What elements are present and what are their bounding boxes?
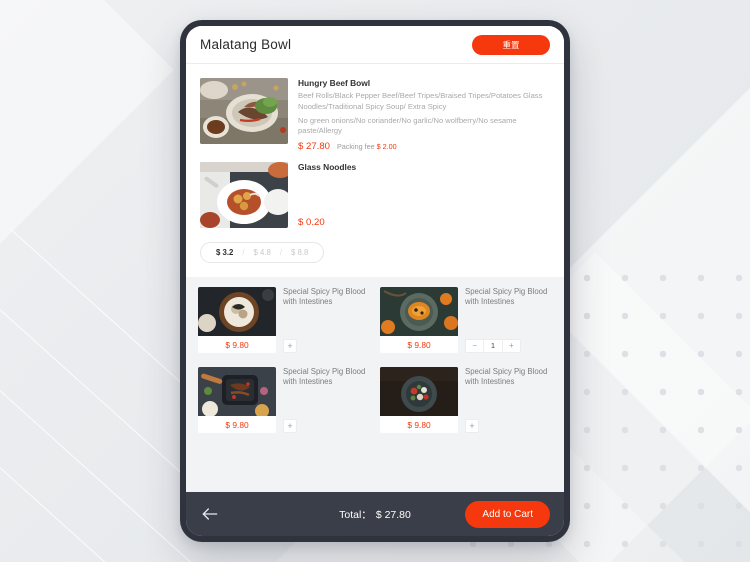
product-price-bar: $ 9.80 bbox=[380, 336, 458, 354]
product-price: $ 9.80 bbox=[225, 419, 249, 430]
add-to-cart-button[interactable]: Add to Cart bbox=[465, 500, 550, 528]
bg-line-4 bbox=[0, 440, 164, 562]
packing-fee-group: Packing fee $ 2.00 bbox=[337, 142, 397, 151]
increase-quantity-button[interactable]: + bbox=[503, 340, 520, 352]
product-card-right: Special Spicy Pig Blood with Intestines … bbox=[283, 367, 370, 434]
cart-item-details: Hungry Beef Bowl Beef Rolls/Black Pepper… bbox=[298, 78, 550, 152]
add-item-button[interactable]: + bbox=[283, 339, 297, 354]
bottom-action-bar: Total： $ 27.80 Add to Cart bbox=[186, 492, 564, 536]
page-title: Malatang Bowl bbox=[200, 37, 292, 52]
product-card[interactable]: $ 9.80 Special Spicy Pig Blood with Inte… bbox=[380, 367, 552, 434]
cart-item-row[interactable]: Glass Noodles $ 0.20 bbox=[186, 156, 564, 232]
product-card[interactable]: $ 9.80 Special Spicy Pig Blood with Inte… bbox=[198, 287, 370, 354]
product-grid: $ 9.80 Special Spicy Pig Blood with Inte… bbox=[198, 287, 552, 434]
product-card-left: $ 9.80 bbox=[198, 367, 276, 434]
cart-item-details: Glass Noodles $ 0.20 bbox=[298, 162, 550, 228]
total-label: Total： bbox=[339, 508, 372, 521]
pumpkin-plate-photo bbox=[380, 287, 458, 337]
product-card[interactable]: $ 9.80 Special Spicy Pig Blood with Inte… bbox=[198, 367, 370, 434]
cart-item-name: Hungry Beef Bowl bbox=[298, 78, 371, 88]
decrease-quantity-button[interactable]: − bbox=[466, 340, 483, 352]
product-price-bar: $ 9.80 bbox=[198, 336, 276, 354]
add-item-button[interactable]: + bbox=[465, 419, 479, 434]
tablet-device-frame: Malatang Bowl 重置 Hungry Beef Bowl Beef R… bbox=[180, 20, 570, 542]
product-card-right: Special Spicy Pig Blood with Intestines … bbox=[283, 287, 370, 354]
product-price: $ 9.80 bbox=[225, 339, 249, 350]
quantity-stepper[interactable]: − 1 + bbox=[465, 339, 521, 354]
add-item-button[interactable]: + bbox=[283, 419, 297, 434]
size-option-1[interactable]: $ 4.8 bbox=[245, 248, 280, 257]
product-card-left: $ 9.80 bbox=[380, 287, 458, 354]
beef-bowl-photo bbox=[200, 78, 288, 144]
cart-item-row[interactable]: Hungry Beef Bowl Beef Rolls/Black Pepper… bbox=[186, 72, 564, 156]
product-name: Special Spicy Pig Blood with Intestines bbox=[465, 367, 548, 387]
bg-shape-top-left bbox=[0, 0, 174, 254]
total-amount: $ 27.80 bbox=[375, 508, 411, 521]
product-card-right: Special Spicy Pig Blood with Intestines … bbox=[465, 367, 552, 434]
product-price-bar: $ 9.80 bbox=[380, 416, 458, 434]
product-card[interactable]: $ 9.80 Special Spicy Pig Blood with Inte… bbox=[380, 287, 552, 354]
product-name: Special Spicy Pig Blood with Intestines bbox=[283, 287, 366, 307]
product-card-left: $ 9.80 bbox=[380, 367, 458, 434]
quantity-value: 1 bbox=[483, 340, 503, 353]
cart-item-price: $ 27.80 bbox=[298, 141, 331, 153]
grill-pan-photo bbox=[198, 367, 276, 417]
product-price: $ 9.80 bbox=[407, 419, 431, 430]
size-selector[interactable]: $ 3.2 / $ 4.8 / $ 8.8 bbox=[200, 242, 325, 264]
cart-item-allergy: No green onions/No coriander/No garlic/N… bbox=[298, 115, 517, 136]
product-card-left: $ 9.80 bbox=[198, 287, 276, 354]
cart-item-price-line: $ 0.20 bbox=[298, 217, 550, 228]
product-card-right: Special Spicy Pig Blood with Intestines … bbox=[465, 287, 552, 354]
product-price-bar: $ 9.80 bbox=[198, 416, 276, 434]
arrow-left-icon[interactable] bbox=[200, 504, 220, 524]
product-price: $ 9.80 bbox=[407, 339, 431, 350]
size-selector-wrap: $ 3.2 / $ 4.8 / $ 8.8 bbox=[186, 232, 564, 278]
app-screen: Malatang Bowl 重置 Hungry Beef Bowl Beef R… bbox=[186, 26, 564, 536]
app-header: Malatang Bowl 重置 bbox=[186, 26, 564, 64]
cart-item-price: $ 0.20 bbox=[298, 217, 325, 229]
size-option-2[interactable]: $ 8.8 bbox=[282, 248, 317, 257]
packing-fee-label: Packing fee bbox=[337, 142, 375, 152]
glass-noodles-photo bbox=[200, 162, 288, 229]
packing-fee-amount: $ 2.00 bbox=[376, 142, 397, 152]
cart-item-price-line: $ 27.80 Packing fee $ 2.00 bbox=[298, 141, 550, 152]
cart-item-spec: Beef Rolls/Black Pepper Beef/Beef Tripes… bbox=[298, 91, 543, 111]
dark-bowl-salad-photo bbox=[380, 367, 458, 417]
cart-item-name: Glass Noodles bbox=[298, 162, 357, 173]
size-option-0[interactable]: $ 3.2 bbox=[207, 248, 242, 257]
cart-list: Hungry Beef Bowl Beef Rolls/Black Pepper… bbox=[186, 64, 564, 278]
product-grid-area: $ 9.80 Special Spicy Pig Blood with Inte… bbox=[186, 277, 564, 492]
pig-blood-wood-bowl-photo bbox=[198, 287, 276, 337]
product-name: Special Spicy Pig Blood with Intestines bbox=[283, 367, 366, 387]
product-name: Special Spicy Pig Blood with Intestines bbox=[465, 287, 548, 307]
reset-button[interactable]: 重置 bbox=[472, 34, 550, 55]
